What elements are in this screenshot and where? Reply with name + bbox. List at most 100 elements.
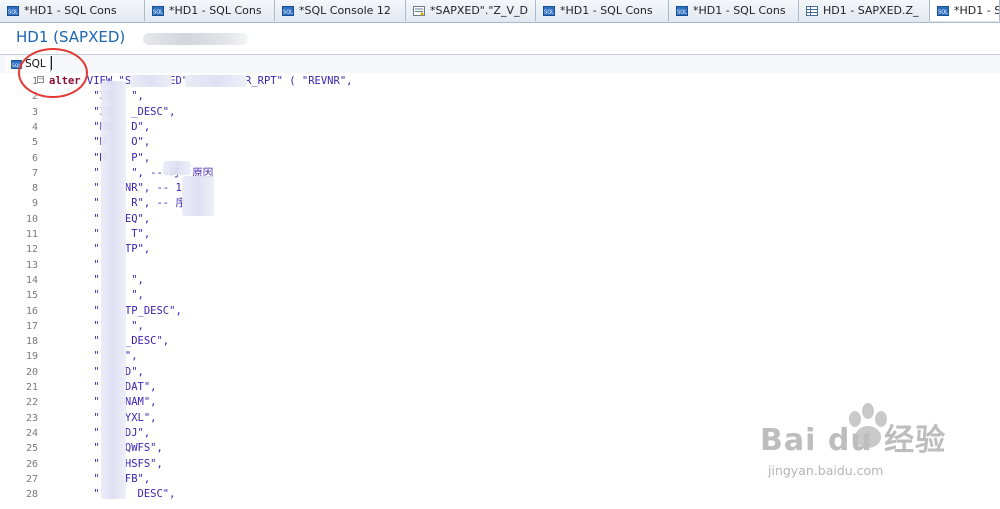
tab-label: *HD1 - SQL Cons bbox=[560, 4, 653, 17]
code-text: "NE D", bbox=[49, 120, 151, 133]
code-line: 21 " DAT", bbox=[0, 380, 1000, 395]
sql-code-editor[interactable]: − 1alter VIEW "S ED" R_RPT" ( "REVNR",2 … bbox=[0, 73, 1000, 509]
code-text: " EQ", bbox=[49, 212, 151, 225]
sql-console-icon: SQL bbox=[282, 5, 294, 16]
line-number: 15 bbox=[25, 290, 38, 302]
tab-label: *HD1 - S bbox=[954, 4, 999, 17]
line-number: 6 bbox=[31, 152, 38, 164]
code-line: 6 "M P", bbox=[0, 151, 1000, 166]
redacted-connection-info bbox=[143, 33, 248, 45]
code-text: " DJ", bbox=[49, 426, 151, 439]
code-line: 18 " _DESC", bbox=[0, 334, 1000, 349]
line-number: 21 bbox=[25, 382, 38, 393]
line-number: 26 bbox=[25, 458, 38, 470]
svg-text:SQL: SQL bbox=[153, 9, 163, 15]
line-number: 22 bbox=[25, 397, 38, 409]
redaction-overlay bbox=[185, 75, 247, 87]
line-number: 24 bbox=[25, 427, 38, 439]
code-text: "N O", bbox=[49, 136, 151, 149]
code-line: 22 " NAM", bbox=[0, 395, 1000, 410]
line-number: 28 bbox=[25, 489, 38, 501]
code-line: 15 " ", bbox=[0, 288, 1000, 303]
editor-header: HD1 (SAPXED) bbox=[0, 23, 1000, 53]
annotation-red-circle bbox=[18, 48, 88, 98]
line-number: 12 bbox=[25, 244, 38, 256]
svg-text:SQL: SQL bbox=[938, 9, 948, 15]
line-number: 5 bbox=[31, 137, 38, 149]
code-line: 27 " FB", bbox=[0, 472, 1000, 487]
code-line: 16 " TP_DESC", bbox=[0, 304, 1000, 319]
sql-console-icon: SQL bbox=[676, 5, 688, 16]
code-line: 3 "ZX _DESC", bbox=[0, 105, 1000, 120]
line-number: 16 bbox=[25, 305, 38, 317]
code-line: 7 " ", -- 可 原因 bbox=[0, 166, 1000, 181]
code-text: " FB", bbox=[49, 472, 151, 485]
tab-label: *SQL Console 12 bbox=[299, 4, 391, 17]
redaction-overlay bbox=[163, 161, 191, 175]
code-line: 11 " T", bbox=[0, 227, 1000, 242]
code-line: 17 " ", bbox=[0, 319, 1000, 334]
line-number: 25 bbox=[25, 443, 38, 455]
editor-tab-strip: SQL *HD1 - SQL Cons SQL *HD1 - SQL Cons SQL *… bbox=[0, 0, 1000, 23]
svg-text:SQL: SQL bbox=[283, 9, 293, 15]
code-line: 10 " EQ", bbox=[0, 212, 1000, 227]
redaction-overlay bbox=[101, 81, 126, 499]
code-line: 23 " YXL", bbox=[0, 411, 1000, 426]
sql-console-icon: SQL bbox=[937, 5, 949, 16]
code-text: " ", bbox=[49, 289, 144, 302]
tab-label: *HD1 - SQL Cons bbox=[169, 4, 262, 17]
svg-text:SQL: SQL bbox=[544, 9, 554, 15]
line-number: 4 bbox=[31, 121, 38, 133]
sql-console-icon: SQL bbox=[152, 5, 164, 16]
line-number: 18 bbox=[25, 336, 38, 348]
line-number: 17 bbox=[25, 320, 38, 332]
line-number: 19 bbox=[25, 351, 38, 363]
text-cursor bbox=[51, 56, 52, 70]
editor-tab-6[interactable]: SQL *HD1 - SQL Cons bbox=[669, 0, 799, 21]
code-text: " D", bbox=[49, 365, 144, 378]
line-number: 27 bbox=[25, 473, 38, 485]
tab-label: *SAPXED"."Z_V_D bbox=[430, 4, 528, 17]
line-number: 13 bbox=[25, 259, 38, 271]
code-line: 14 " ", bbox=[0, 273, 1000, 288]
svg-text:SQL: SQL bbox=[677, 9, 687, 15]
editor-tab-4[interactable]: *SAPXED"."Z_V_D bbox=[406, 0, 536, 21]
sql-console-icon: SQL bbox=[543, 5, 555, 16]
editor-tab-2[interactable]: SQL *HD1 - SQL Cons bbox=[145, 0, 275, 21]
code-text: " ", bbox=[49, 319, 144, 332]
editor-tab-3[interactable]: SQL *SQL Console 12 bbox=[275, 0, 406, 21]
line-number: 20 bbox=[25, 366, 38, 378]
tab-label: *HD1 - SQL Cons bbox=[24, 4, 117, 17]
line-number: 7 bbox=[31, 167, 38, 179]
sql-console-icon: SQL bbox=[7, 5, 19, 16]
code-text: " T", bbox=[49, 228, 151, 240]
code-line: 26 " HSFS", bbox=[0, 457, 1000, 472]
line-number: 8 bbox=[31, 183, 38, 195]
code-text: "M P", bbox=[49, 151, 151, 164]
editor-tab-1[interactable]: SQL *HD1 - SQL Cons bbox=[0, 0, 145, 21]
code-line: 20 " D", bbox=[0, 365, 1000, 380]
line-number: 3 bbox=[31, 106, 38, 118]
code-line: 4 "NE D", bbox=[0, 120, 1000, 135]
line-number: 10 bbox=[25, 213, 38, 225]
sql-subtab-strip: SQL SQL bbox=[0, 54, 1000, 74]
code-line: 2 "ZX ", bbox=[0, 89, 1000, 104]
code-line: 19 " ", bbox=[0, 349, 1000, 364]
code-line: 5 "N O", bbox=[0, 135, 1000, 150]
redaction-overlay bbox=[130, 75, 172, 87]
editor-title: HD1 (SAPXED) bbox=[16, 28, 126, 46]
table-definition-icon bbox=[806, 5, 818, 16]
tab-label: HD1 - SAPXED.Z_ bbox=[823, 4, 919, 17]
code-line: 8 " NR", -- 1 bbox=[0, 181, 1000, 196]
code-line: 12 " TP", bbox=[0, 242, 1000, 257]
code-line: 28 " DESC", bbox=[0, 487, 1000, 502]
editor-tab-8[interactable]: SQL *HD1 - S bbox=[930, 0, 1000, 21]
code-line: 25 " QWFS", bbox=[0, 441, 1000, 456]
code-text: " TP", bbox=[49, 243, 151, 256]
svg-text:SQL: SQL bbox=[8, 9, 18, 15]
editor-tab-7[interactable]: HD1 - SAPXED.Z_ bbox=[799, 0, 930, 21]
view-definition-icon bbox=[413, 5, 425, 16]
editor-tab-5[interactable]: SQL *HD1 - SQL Cons bbox=[536, 0, 669, 21]
code-text: " ", bbox=[49, 273, 144, 286]
line-number: 14 bbox=[25, 274, 38, 286]
